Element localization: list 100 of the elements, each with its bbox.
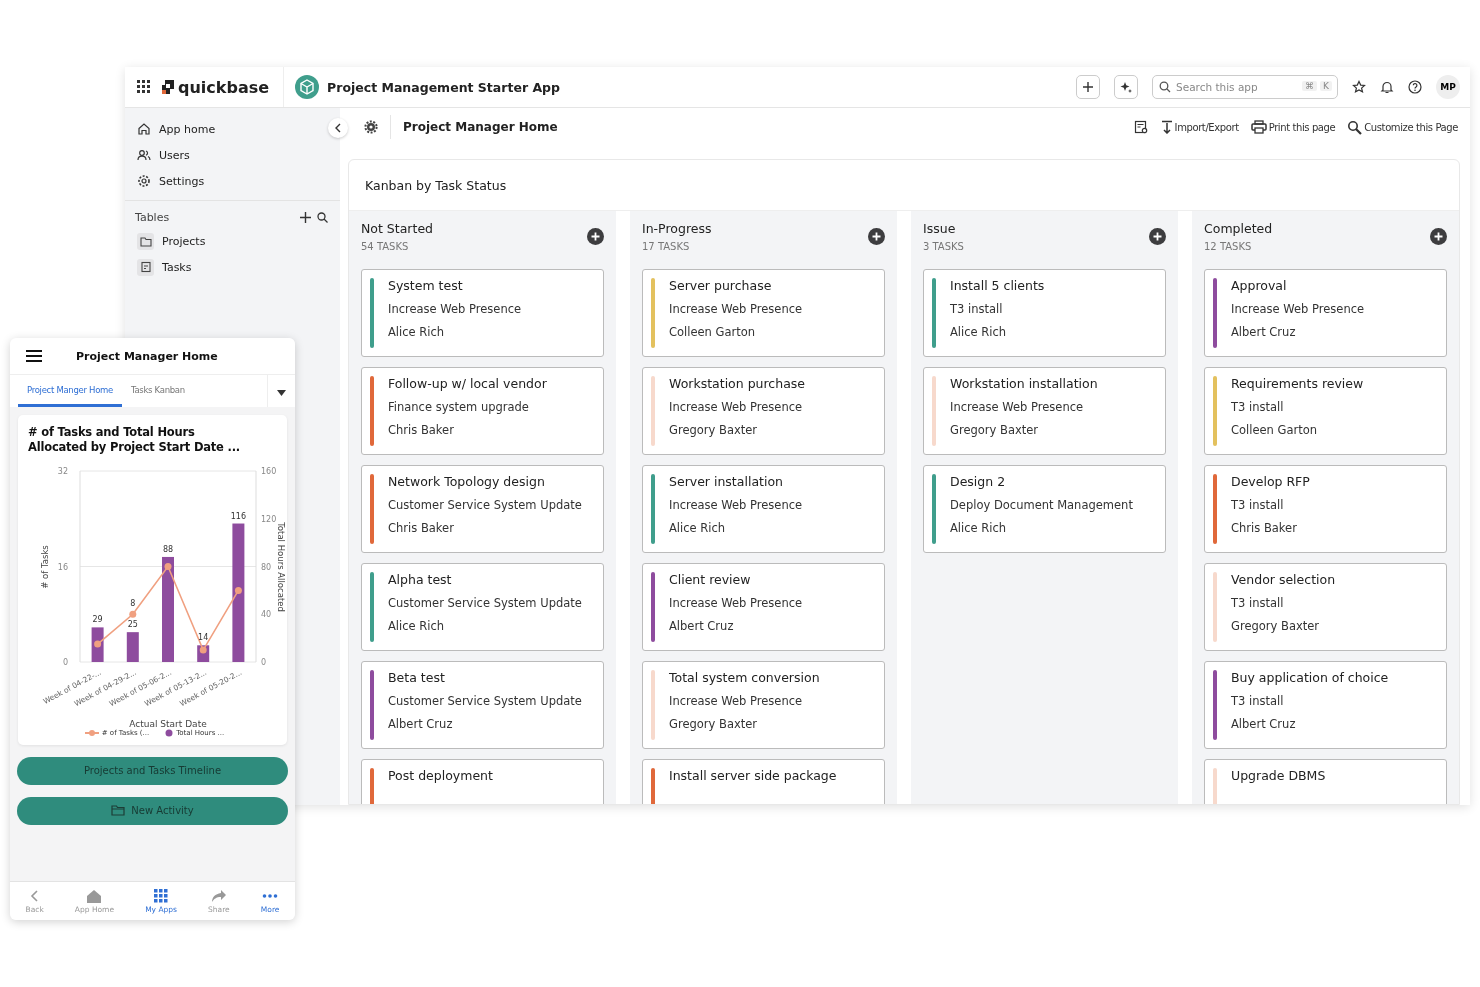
caret-icon (277, 389, 286, 396)
task-project: Increase Web Presence (669, 302, 803, 316)
user-avatar[interactable]: MP (1436, 75, 1460, 99)
chevron-left-icon (334, 123, 342, 133)
task-card[interactable]: Post deployment (361, 759, 604, 804)
report-search-icon[interactable] (1133, 119, 1149, 135)
task-card[interactable]: Client review Increase Web Presence Albert Cruz (642, 563, 885, 651)
task-card[interactable]: Workstation purchase Increase Web Presence Gregory Baxter (642, 367, 885, 455)
task-project: Customer Service System Update (388, 498, 582, 512)
table-link[interactable]: Projects (162, 234, 206, 248)
task-title: Upgrade DBMS (1231, 768, 1326, 783)
magnifier-icon[interactable] (1347, 119, 1363, 135)
data-label: 116 (230, 511, 247, 521)
task-project: Increase Web Presence (669, 694, 804, 708)
task-owner: Gregory Baxter (669, 423, 759, 437)
task-owner: Albert Cruz (1231, 325, 1297, 339)
settings-icon[interactable] (137, 174, 151, 188)
task-card[interactable]: Upgrade DBMS (1204, 759, 1447, 804)
collapse-sidebar-button[interactable] (328, 118, 348, 138)
search-icon[interactable] (317, 212, 328, 223)
task-title: Workstation installation (950, 376, 1098, 391)
task-card[interactable]: Requirements review T3 install Colleen Garton (1204, 367, 1447, 455)
quickbase-logo[interactable]: quickbase (178, 77, 270, 97)
plus-icon (1082, 81, 1094, 93)
task-card[interactable]: Alpha test Customer Service System Update Alice Rich (361, 563, 604, 651)
line-point (234, 586, 242, 594)
task-title: Buy application of choice (1231, 670, 1389, 685)
add-task-icon[interactable] (868, 228, 885, 245)
sparkle-button[interactable] (1114, 75, 1138, 99)
document-icon[interactable] (137, 258, 154, 276)
task-title: Client review (669, 572, 752, 587)
task-owner: Chris Baker (1231, 521, 1298, 535)
data-label: 29 (92, 615, 103, 625)
task-project: Increase Web Presence (669, 596, 803, 610)
task-card[interactable]: Beta test Customer Service System Update Albert Cruz (361, 661, 604, 749)
folder-icon[interactable] (137, 232, 154, 250)
add-button[interactable] (1076, 75, 1100, 99)
help-icon[interactable] (1408, 80, 1422, 94)
users-icon[interactable] (137, 148, 151, 162)
page-action-link[interactable]: Print this page (1268, 121, 1336, 133)
task-title: Post deployment (388, 768, 493, 783)
folder-icon (111, 805, 126, 817)
page-tab[interactable]: Tasks Kanban (121, 375, 194, 407)
axis-tick-label: 40 (261, 610, 272, 620)
task-owner: Colleen Garton (669, 325, 757, 339)
axis-tick-label: 32 (57, 466, 68, 476)
task-card[interactable]: Follow-up w/ local vendor Finance system upgrade Chris Baker (361, 367, 604, 455)
task-project: Increase Web Presence (1231, 302, 1365, 316)
sidebar-link[interactable]: Users (159, 148, 190, 162)
task-title: Requirements review (1231, 376, 1364, 391)
app-grid-icon[interactable] (137, 80, 151, 94)
line-point (129, 610, 137, 618)
task-card[interactable]: Network Topology design Customer Service System Update Chris Baker (361, 465, 604, 553)
add-table-icon[interactable] (300, 212, 311, 223)
add-task-icon[interactable] (1430, 228, 1447, 245)
sidebar-link[interactable]: App home (159, 122, 216, 136)
task-card[interactable]: System test Increase Web Presence Alice Rich (361, 269, 604, 357)
y-axis-title: # of Tasks (40, 545, 50, 589)
task-card[interactable]: Develop RFP T3 install Chris Baker (1204, 465, 1447, 553)
task-card[interactable]: Total system conversion Increase Web Presence Gregory Baxter (642, 661, 885, 749)
legend-dot-icon (165, 728, 174, 737)
download-arrow-icon[interactable] (1160, 120, 1173, 134)
task-project: Deploy Document Management (950, 498, 1133, 512)
task-count: 17 TASKS (642, 241, 691, 252)
task-project: Increase Web Presence (669, 498, 803, 512)
home-icon (86, 888, 103, 903)
sparkle-icon (1119, 80, 1133, 94)
task-card[interactable]: Buy application of choice T3 install Albert Cruz (1204, 661, 1447, 749)
shortcut-key: K (1320, 81, 1332, 91)
task-owner: Alice Rich (388, 325, 446, 339)
task-card[interactable]: Workstation installation Increase Web Presence Gregory Baxter (923, 367, 1166, 455)
page-tab[interactable]: Project Manger Home (18, 375, 122, 407)
task-title: Server purchase (669, 278, 773, 293)
page-action-link[interactable]: Import/Export (1174, 121, 1239, 133)
page-title: Project Manager Home (403, 120, 558, 134)
task-card[interactable]: Install 5 clients T3 install Alice Rich (923, 269, 1166, 357)
share-arrow-icon (210, 888, 227, 903)
printer-icon[interactable] (1250, 120, 1267, 134)
menu-icon[interactable] (26, 350, 42, 362)
page-action-link[interactable]: Customize this Page (1364, 121, 1458, 133)
table-link[interactable]: Tasks (162, 260, 192, 274)
task-title: Design 2 (950, 474, 1007, 489)
add-task-icon[interactable] (1149, 228, 1166, 245)
task-card[interactable]: Server installation Increase Web Presence Alice Rich (642, 465, 885, 553)
task-project: Increase Web Presence (669, 400, 804, 414)
add-task-icon[interactable] (587, 228, 604, 245)
settings-icon[interactable] (364, 120, 378, 134)
star-icon[interactable] (1352, 80, 1366, 94)
task-card[interactable]: Approval Increase Web Presence Albert Cruz (1204, 269, 1447, 357)
task-card[interactable]: Server purchase Increase Web Presence Colleen Garton (642, 269, 885, 357)
task-owner: Chris Baker (388, 423, 455, 437)
column-title: Not Started (361, 221, 434, 236)
sidebar-link[interactable]: Settings (159, 174, 205, 188)
task-card[interactable]: Design 2 Deploy Document Management Alice Rich (923, 465, 1166, 553)
home-icon[interactable] (137, 122, 151, 136)
notification-bell-icon[interactable] (1380, 80, 1394, 94)
task-card[interactable]: Install server side package (642, 759, 885, 804)
logo-mark-icon (161, 79, 175, 95)
task-card[interactable]: Vendor selection T3 install Gregory Baxter (1204, 563, 1447, 651)
axis-tick-label: 0 (261, 657, 267, 667)
